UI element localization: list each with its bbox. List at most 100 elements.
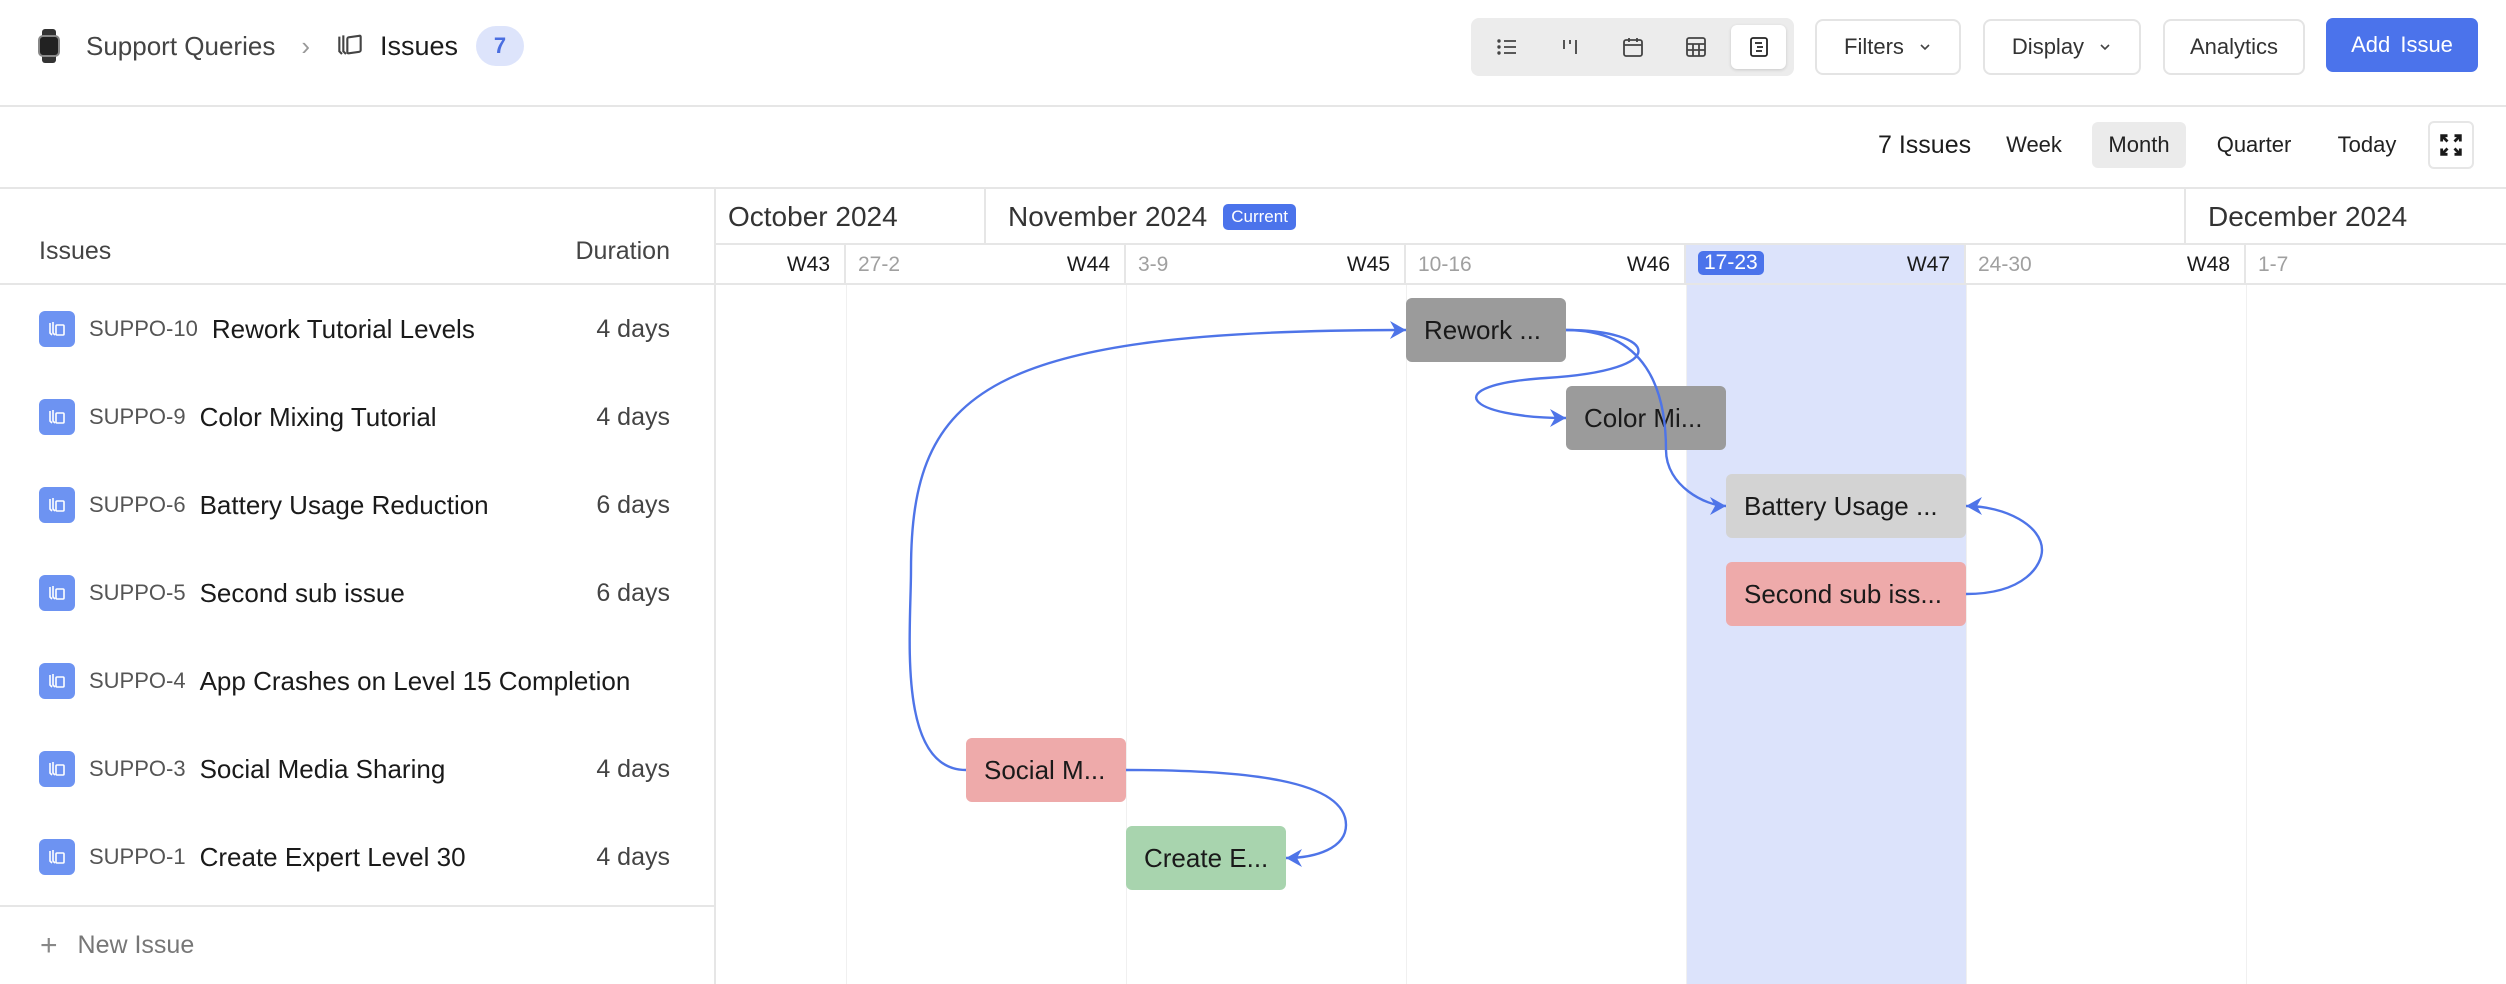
week-number: W45 — [1346, 253, 1390, 276]
scale-week-button[interactable]: Week — [1996, 122, 2072, 168]
today-button[interactable]: Today — [2322, 122, 2412, 168]
week-column-header: 20-26W43 — [716, 245, 846, 285]
fullscreen-button[interactable] — [2428, 121, 2474, 169]
filters-button[interactable]: Filters — [1815, 19, 1961, 75]
chevron-right-icon: › — [301, 30, 310, 61]
new-issue-button[interactable]: + New Issue — [0, 905, 714, 984]
month-header-row: October 2024 November 2024 Current December… — [716, 189, 2506, 245]
plus-icon: + — [40, 928, 58, 962]
issue-type-icon — [39, 751, 75, 787]
issue-row[interactable]: SUPPO-1 Create Expert Level 30 4 days — [0, 813, 714, 901]
issue-duration: 6 days — [596, 490, 670, 519]
layout-list-button[interactable] — [1479, 25, 1534, 69]
gantt-bar[interactable]: Second sub iss... — [1726, 562, 1966, 626]
analytics-button[interactable]: Analytics — [2163, 19, 2305, 75]
scale-month-button[interactable]: Month — [2092, 122, 2186, 168]
issue-key: SUPPO-1 — [89, 844, 186, 869]
week-number: W44 — [1066, 253, 1110, 276]
arrowhead-icon — [1966, 497, 1982, 515]
column-header-duration: Duration — [575, 237, 671, 265]
smartwatch-icon — [36, 29, 62, 63]
calendar-icon — [1622, 38, 1643, 57]
scale-quarter-button[interactable]: Quarter — [2202, 122, 2306, 168]
issue-type-icon — [39, 399, 75, 435]
week-grid-line — [2246, 285, 2247, 984]
issue-total: 7 Issues — [1878, 131, 1972, 159]
issue-duration: 4 days — [596, 314, 670, 343]
chevron-down-icon — [1920, 44, 1930, 51]
month-name: November 2024 — [1008, 201, 1208, 232]
breadcrumb-project[interactable]: Support Queries — [86, 31, 275, 62]
week-date-range: 17-23 — [1698, 251, 1764, 275]
week-date-range: 10-16 — [1418, 253, 1472, 276]
issue-row[interactable]: SUPPO-9 Color Mixing Tutorial 4 days — [0, 373, 714, 461]
dependency-link — [908, 328, 1407, 772]
gantt-bar[interactable]: Color Mi... — [1566, 386, 1726, 450]
issue-key: SUPPO-3 — [89, 756, 186, 781]
issue-duration: 4 days — [596, 754, 670, 783]
issue-title[interactable]: Rework Tutorial Levels — [212, 314, 475, 345]
issue-title[interactable]: App Crashes on Level 15 Completion — [200, 666, 631, 697]
column-header-issues: Issues — [39, 237, 112, 265]
issue-type-icon — [39, 487, 75, 523]
kanban-icon — [1562, 40, 1577, 54]
layout-spreadsheet-button[interactable] — [1668, 25, 1723, 69]
chevron-down-icon — [2100, 44, 2110, 51]
issue-count-badge: 7 — [476, 26, 525, 66]
week-column-header: 27-2 W44 — [846, 245, 1126, 285]
display-button[interactable]: Display — [1983, 19, 2141, 75]
week-grid-line — [1966, 285, 1967, 984]
layout-calendar-button[interactable] — [1605, 25, 1660, 69]
expand-icon — [2440, 134, 2462, 156]
layout-kanban-button[interactable] — [1542, 25, 1597, 69]
week-column-header: 1-7 — [2246, 245, 2506, 285]
week-date-range: 1-7 — [2258, 253, 2289, 276]
issue-type-icon — [39, 839, 75, 875]
dependency-links — [908, 321, 2044, 867]
layout-switcher — [1471, 18, 1794, 76]
issue-list-panel: Issues Duration SUPPO-10 Rework Tutorial … — [0, 189, 716, 984]
add-issue-button[interactable]: Add Issue — [2326, 18, 2478, 72]
issue-key: SUPPO-5 — [89, 580, 186, 605]
analytics-label: Analytics — [2189, 34, 2279, 59]
gantt-bar[interactable]: Social M... — [966, 738, 1126, 802]
week-date-range: 27-2 — [858, 253, 901, 276]
month-name: December 2024 — [2208, 201, 2408, 232]
arrowhead-icon — [1390, 321, 1406, 339]
filters-label: Filters — [1844, 34, 1904, 59]
issue-key: SUPPO-9 — [89, 404, 186, 429]
current-badge: Current — [1223, 204, 1296, 230]
issue-list-header: Issues Duration — [0, 189, 714, 285]
arrowhead-icon — [1550, 409, 1566, 427]
breadcrumb-issues[interactable]: Issues — [380, 31, 458, 62]
gantt-chart: October 2024 November 2024 Current December… — [716, 189, 2506, 984]
issue-title[interactable]: Social Media Sharing — [200, 754, 446, 785]
issue-key: SUPPO-10 — [89, 316, 198, 341]
issue-type-icon — [39, 311, 75, 347]
week-grid-line — [1406, 285, 1407, 984]
issue-row[interactable]: SUPPO-6 Battery Usage Reduction 6 days — [0, 461, 714, 549]
issue-title[interactable]: Create Expert Level 30 — [200, 842, 466, 873]
top-header: Support Queries › Issues 7 Filters Displ… — [0, 0, 2506, 107]
layout-gantt-button[interactable] — [1731, 25, 1786, 69]
breadcrumb: Support Queries › Issues 7 — [36, 26, 525, 66]
display-label: Display — [2011, 34, 2085, 59]
issue-row[interactable]: SUPPO-10 Rework Tutorial Levels 4 days — [0, 285, 714, 373]
issue-title[interactable]: Color Mixing Tutorial — [200, 402, 437, 433]
issue-row[interactable]: SUPPO-5 Second sub issue 6 days — [0, 549, 714, 637]
issue-row[interactable]: SUPPO-3 Social Media Sharing 4 days — [0, 725, 714, 813]
gantt-bar[interactable]: Create E... — [1126, 826, 1286, 890]
issue-title[interactable]: Second sub issue — [200, 578, 405, 609]
issue-type-icon — [39, 575, 75, 611]
issues-layers-icon — [338, 34, 362, 55]
issue-type-icon — [39, 663, 75, 699]
week-number: W47 — [1906, 253, 1950, 276]
week-column-header: 10-16 W46 — [1406, 245, 1686, 285]
issue-row[interactable]: SUPPO-4 App Crashes on Level 15 Completio… — [0, 637, 714, 725]
week-column-header: 3-9 W45 — [1126, 245, 1406, 285]
issue-title[interactable]: Battery Usage Reduction — [200, 490, 489, 521]
gantt-bar[interactable]: Rework ... — [1406, 298, 1566, 362]
gantt-bar[interactable]: Battery Usage ... — [1726, 474, 1966, 538]
new-issue-label: New Issue — [77, 931, 195, 959]
week-grid-line — [846, 285, 847, 984]
